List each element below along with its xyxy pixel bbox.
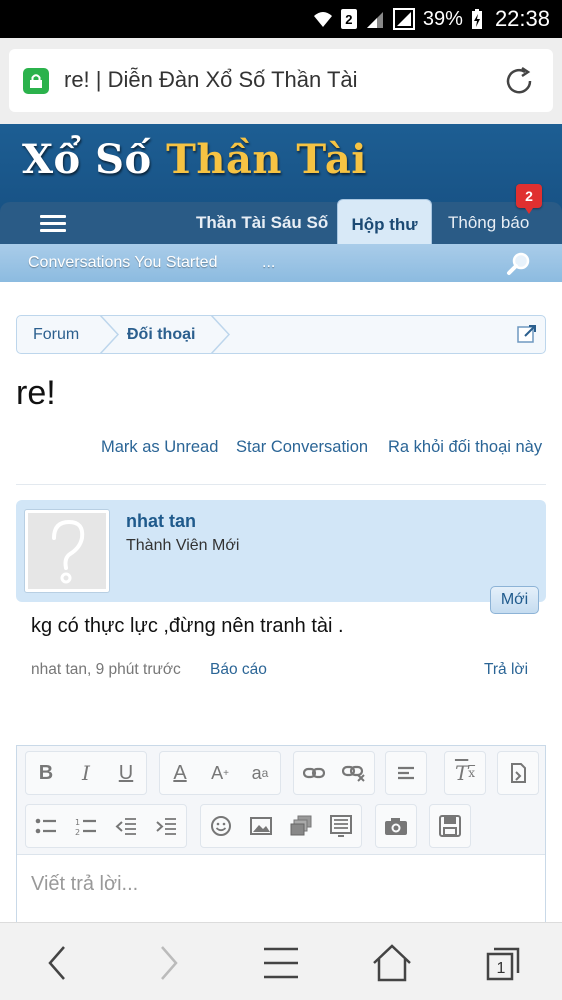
browser-bottom-bar: 1 <box>0 922 562 1000</box>
link-group <box>293 751 375 795</box>
divider <box>16 484 546 485</box>
font-size-icon[interactable]: A + <box>200 752 240 794</box>
italic-icon[interactable]: I <box>66 752 106 794</box>
text-style-group: B I U <box>25 751 147 795</box>
avatar[interactable] <box>24 509 110 593</box>
numbered-list-icon[interactable]: 12 <box>66 805 106 847</box>
hamburger-menu-icon[interactable] <box>40 215 66 233</box>
star-conversation-link[interactable]: Star Conversation <box>236 438 368 457</box>
logo-text-part1: Xổ Số <box>22 136 152 183</box>
save-draft-icon[interactable] <box>430 805 470 847</box>
mark-unread-link[interactable]: Mark as Unread <box>101 438 218 457</box>
font-color-icon[interactable]: A <box>160 752 200 794</box>
default-avatar-icon <box>28 513 106 589</box>
svg-text:1: 1 <box>75 818 80 827</box>
reply-link[interactable]: Trả lời <box>484 661 528 679</box>
reply-placeholder: Viết trả lời... <box>31 873 139 895</box>
address-bar[interactable]: re! | Diễn Đàn Xổ Số Thần Tài <box>9 49 553 112</box>
tabs-icon[interactable]: 1 <box>484 943 524 983</box>
align-group <box>385 751 427 795</box>
breadcrumb-separator <box>211 316 231 353</box>
nav-thong-bao[interactable]: Thông báo <box>448 202 529 244</box>
status-bar: 2 39% 22:38 <box>0 0 562 38</box>
lock-icon <box>23 68 49 94</box>
breadcrumb-separator <box>100 316 120 353</box>
bullet-list-icon[interactable] <box>26 805 66 847</box>
battery-percent: 39% <box>422 7 463 30</box>
camera-icon[interactable] <box>376 805 416 847</box>
camera-group <box>375 804 417 848</box>
save-group <box>429 804 471 848</box>
indent-icon[interactable] <box>146 805 186 847</box>
underline-icon[interactable]: U <box>106 752 146 794</box>
tab-count: 1 <box>496 960 506 977</box>
clock: 22:38 <box>494 6 550 31</box>
menu-icon[interactable] <box>261 943 301 983</box>
font-family-icon[interactable]: aa <box>240 752 280 794</box>
message-user-title: Thành Viên Mới <box>126 537 240 554</box>
smilie-icon[interactable] <box>201 805 241 847</box>
nav-than-tai-sau-so[interactable]: Thần Tài Sáu Số <box>196 202 328 244</box>
jump-to-icon[interactable] <box>517 324 537 344</box>
message-username[interactable]: nhat tan <box>126 511 196 532</box>
wifi-icon <box>313 10 333 28</box>
outdent-icon[interactable] <box>106 805 146 847</box>
back-icon[interactable] <box>38 943 78 983</box>
site-logo[interactable]: Xổ Số Thần Tài <box>22 136 367 183</box>
subnav-conversations-started[interactable]: Conversations You Started <box>28 244 217 282</box>
leave-conversation-link[interactable]: Ra khỏi đối thoại này <box>388 438 542 457</box>
unlink-icon[interactable] <box>334 752 374 794</box>
align-icon[interactable] <box>386 752 426 794</box>
notification-badge: 2 <box>516 184 542 214</box>
signal-icon <box>365 9 385 29</box>
breadcrumb-forum[interactable]: Forum <box>33 316 79 353</box>
svg-text:2: 2 <box>75 828 80 835</box>
reply-input[interactable]: Viết trả lời... <box>17 854 545 926</box>
message-body: kg có thực lực ,đừng nên tranh tài . <box>31 615 344 637</box>
home-icon[interactable] <box>372 943 412 983</box>
sub-nav: Conversations You Started ... <box>0 244 562 282</box>
reply-editor: B I U A A + aa Tx 1 2 Viết trả lời... <box>16 745 546 926</box>
editor-toolbar: B I U A A + aa Tx 1 2 <box>17 746 545 854</box>
sim-indicator: 2 <box>340 9 357 29</box>
signal-icon <box>392 8 415 30</box>
bbcode-group <box>497 751 539 795</box>
forward-icon[interactable] <box>148 943 188 983</box>
subnav-more[interactable]: ... <box>262 244 275 282</box>
toggle-bbcode-icon[interactable] <box>498 752 538 794</box>
bold-icon[interactable]: B <box>26 752 66 794</box>
battery-charging-icon <box>471 8 483 30</box>
font-group: A A + aa <box>159 751 281 795</box>
list-group: 12 <box>25 804 187 848</box>
message-meta[interactable]: nhat tan, 9 phút trước <box>31 661 181 679</box>
insert-group <box>200 804 362 848</box>
reload-icon[interactable] <box>501 63 537 99</box>
remove-format-group: Tx <box>444 751 486 795</box>
report-link[interactable]: Báo cáo <box>210 661 267 679</box>
main-nav: Thần Tài Sáu Số Hộp thư Thông báo <box>0 199 562 244</box>
page-title: re! <box>16 374 56 412</box>
image-icon[interactable] <box>241 805 281 847</box>
code-icon[interactable] <box>321 805 361 847</box>
search-icon[interactable] <box>505 250 533 278</box>
remove-format-icon[interactable]: Tx <box>445 752 485 794</box>
page-url-title: re! | Diễn Đàn Xổ Số Thần Tài <box>64 67 358 92</box>
media-icon[interactable] <box>281 805 321 847</box>
message-user-info <box>16 500 546 602</box>
breadcrumb-doi-thoai[interactable]: Đối thoại <box>127 316 195 353</box>
browser-address-area: re! | Diễn Đàn Xổ Số Thần Tài <box>0 38 562 124</box>
link-icon[interactable] <box>294 752 334 794</box>
new-message-badge: Mới <box>490 586 539 614</box>
logo-text-part2: Thần Tài <box>166 136 367 183</box>
breadcrumb: Forum Đối thoại <box>16 315 546 354</box>
nav-hop-thu[interactable]: Hộp thư <box>337 199 432 244</box>
